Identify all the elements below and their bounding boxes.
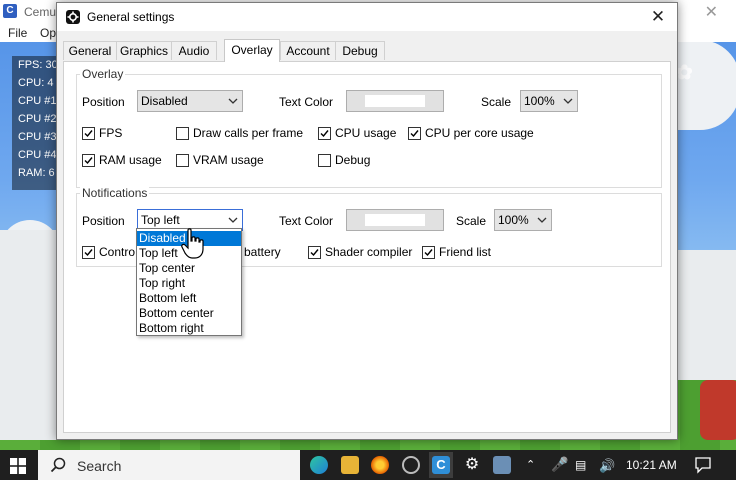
- hand-pointer-cursor-icon: [181, 228, 204, 259]
- notifications-scale-value: 100%: [498, 213, 529, 227]
- microphone-icon[interactable]: 🎤: [551, 456, 568, 473]
- overlay-text-color-picker[interactable]: [346, 90, 444, 112]
- checkbox-box: [422, 246, 435, 259]
- main-window-title: Cemu: [24, 5, 57, 19]
- search-label: Search: [77, 458, 122, 474]
- edge-browser-icon[interactable]: [310, 456, 328, 474]
- cpu-per-core-checkbox-label: CPU per core usage: [425, 126, 534, 140]
- color-swatch: [365, 95, 425, 107]
- photos-app-icon[interactable]: [493, 456, 511, 474]
- draw-calls-checkbox-label: Draw calls per frame: [193, 126, 304, 140]
- tab-debug[interactable]: Debug: [335, 41, 385, 60]
- checkbox-box: [82, 127, 95, 140]
- chevron-up-icon[interactable]: ⌃: [526, 458, 535, 471]
- search-icon: [50, 457, 66, 473]
- fps-checkbox-label: FPS: [99, 126, 123, 140]
- dropdown-option-top-center[interactable]: Top center: [137, 261, 241, 276]
- settings-gear-icon[interactable]: ⚙: [463, 456, 481, 474]
- overlay-scale-select[interactable]: 100%: [520, 90, 578, 112]
- overlay-scale-label: Scale: [481, 95, 512, 109]
- chevron-down-icon: [537, 217, 547, 223]
- notifications-scale-select[interactable]: 100%: [494, 209, 552, 231]
- checkbox-box: [176, 154, 189, 167]
- menu-options[interactable]: Op: [40, 26, 56, 40]
- stone-pillar: [0, 230, 56, 440]
- notifications-text-color-label: Text Color: [279, 214, 334, 228]
- windows-start-icon[interactable]: [10, 458, 26, 474]
- dropdown-option-bottom-center[interactable]: Bottom center: [137, 306, 241, 321]
- dialog-close-button[interactable]: ✕: [645, 5, 671, 29]
- overlay-position-select[interactable]: Disabled: [137, 90, 243, 112]
- tab-overlay[interactable]: Overlay: [224, 39, 280, 62]
- chevron-down-icon: [563, 98, 573, 104]
- dropdown-option-bottom-left[interactable]: Bottom left: [137, 291, 241, 306]
- menu-file[interactable]: File: [8, 26, 27, 40]
- friend-list-checkbox-label: Friend list: [439, 245, 492, 259]
- color-swatch: [365, 214, 425, 226]
- checkbox-box: [308, 246, 321, 259]
- overlay-scale-value: 100%: [524, 94, 555, 108]
- overlay-position-value: Disabled: [141, 94, 188, 108]
- vram-usage-checkbox-label: VRAM usage: [193, 153, 264, 167]
- general-settings-dialog: General settings ✕ General Graphics Audi…: [56, 2, 678, 440]
- notification-center-icon[interactable]: [694, 456, 712, 474]
- app-circle-icon[interactable]: [402, 456, 420, 474]
- debug-checkbox-label: Debug: [335, 153, 371, 167]
- volume-icon[interactable]: 🔊: [599, 458, 615, 474]
- tab-general[interactable]: General: [63, 41, 117, 60]
- tab-audio[interactable]: Audio: [171, 41, 217, 60]
- checkbox-box: [318, 127, 331, 140]
- checkbox-box: [408, 127, 421, 140]
- ram-usage-checkbox-label: RAM usage: [99, 153, 162, 167]
- chevron-down-icon: [228, 217, 238, 223]
- cemu-logo-icon: C: [3, 4, 17, 18]
- chevron-down-icon: [228, 98, 238, 104]
- game-object: [700, 380, 736, 440]
- dropdown-option-bottom-right[interactable]: Bottom right: [137, 321, 241, 336]
- notifications-position-label: Position: [82, 214, 125, 228]
- notifications-position-value: Top left: [141, 213, 180, 227]
- taskbar-search-box[interactable]: Search: [38, 450, 300, 480]
- tab-graphics[interactable]: Graphics: [116, 41, 172, 60]
- overlay-group-label: Overlay: [80, 67, 126, 81]
- overlay-position-label: Position: [82, 95, 125, 109]
- network-icon[interactable]: ▤: [575, 458, 586, 472]
- tab-account[interactable]: Account: [280, 41, 336, 60]
- notifications-group-label: Notifications: [80, 186, 150, 200]
- dialog-titlebar: General settings ✕: [57, 3, 677, 31]
- cemu-taskbar-icon[interactable]: C: [432, 456, 450, 474]
- controller-battery-checkbox-label: Contro: [99, 245, 136, 259]
- checkbox-box: [318, 154, 331, 167]
- dropdown-option-top-right[interactable]: Top right: [137, 276, 241, 291]
- dialog-title: General settings: [87, 10, 175, 24]
- settings-gear-icon: [66, 10, 80, 24]
- file-explorer-icon[interactable]: [341, 456, 359, 474]
- notifications-scale-label: Scale: [456, 214, 487, 228]
- notifications-text-color-picker[interactable]: [346, 209, 444, 231]
- overlay-text-color-label: Text Color: [279, 95, 334, 109]
- checkbox-box: [176, 127, 189, 140]
- taskbar-clock[interactable]: 10:21 AM: [626, 458, 677, 472]
- shader-compiler-checkbox-label: Shader compiler: [325, 245, 413, 259]
- checkbox-box: [82, 246, 95, 259]
- main-window-close-button[interactable]: ✕: [705, 2, 718, 22]
- firefox-icon[interactable]: [371, 456, 389, 474]
- cpu-usage-checkbox-label: CPU usage: [335, 126, 397, 140]
- game-hud-counter: ✿: [676, 62, 693, 84]
- stone-pillar: [678, 250, 736, 380]
- checkbox-box: [82, 154, 95, 167]
